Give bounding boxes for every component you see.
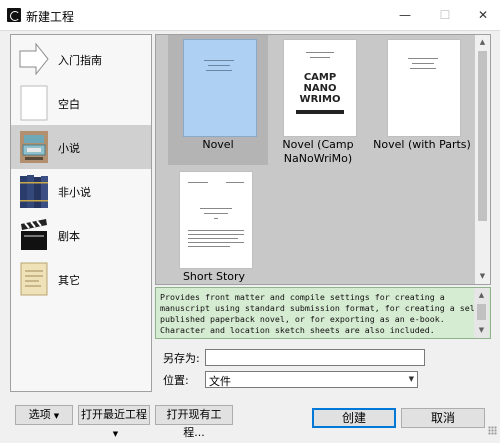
template-novel-camp-nanowrimo[interactable]: CAMP NANO WRIMO Novel (Camp NaNoWriMo)	[268, 35, 368, 165]
template-thumbnail: CAMP NANO WRIMO	[283, 39, 357, 137]
description-text: Provides front matter and compile settin…	[160, 292, 485, 335]
location-value: 文件	[209, 375, 231, 388]
category-sidebar: 入门指南 空白 小说 非小说 剧本 其它	[10, 34, 152, 392]
scroll-down-arrow-icon[interactable]: ▼	[474, 323, 489, 338]
options-button[interactable]: 选项 ▼	[15, 405, 73, 425]
location-select[interactable]: 文件 ▼	[205, 371, 418, 388]
scrivener-app-icon	[7, 8, 21, 22]
template-label: Novel (with Parts)	[373, 138, 471, 151]
category-label: 其它	[58, 274, 80, 287]
create-button[interactable]: 创建	[312, 408, 396, 428]
template-thumbnail	[183, 39, 257, 137]
template-novel-with-parts[interactable]: Novel (with Parts)	[372, 35, 472, 165]
description-scroll-thumb[interactable]	[477, 304, 486, 320]
category-label: 小说	[58, 142, 80, 155]
cancel-button[interactable]: 取消	[401, 408, 485, 428]
books-icon	[20, 175, 48, 208]
template-novel[interactable]: Novel	[168, 35, 268, 165]
arrow-right-icon	[19, 42, 49, 76]
scroll-up-arrow-icon[interactable]: ▲	[475, 35, 490, 50]
dropdown-arrow-icon: ▼	[53, 412, 60, 420]
location-label: 位置:	[163, 374, 189, 387]
window-title: 新建工程	[26, 10, 75, 24]
template-gallery: Novel CAMP NANO WRIMO Novel (Camp NaNoWr…	[155, 34, 491, 285]
category-blank[interactable]: 空白	[11, 81, 151, 125]
category-label: 剧本	[58, 230, 80, 243]
dropdown-arrow-icon: ▼	[112, 430, 119, 438]
save-as-label: 另存为:	[163, 352, 200, 365]
maximize-button: ☐	[439, 8, 451, 22]
camp-nanowrimo-band	[296, 110, 344, 114]
template-thumbnail	[387, 39, 461, 137]
open-recent-label: 打开最近工程	[81, 408, 147, 421]
template-short-story[interactable]: Short Story	[164, 167, 264, 284]
category-label: 非小说	[58, 186, 91, 199]
category-other[interactable]: 其它	[11, 257, 151, 301]
template-label: Short Story	[182, 270, 246, 283]
save-as-input[interactable]	[205, 349, 425, 366]
gallery-scroll-thumb[interactable]	[478, 51, 487, 221]
description-scrollbar[interactable]: ▲ ▼	[474, 288, 489, 338]
resize-grip-icon[interactable]	[488, 426, 497, 435]
template-label: Novel (Camp NaNoWriMo)	[282, 138, 354, 165]
gallery-scrollbar[interactable]: ▲ ▼	[475, 35, 490, 284]
template-thumbnail	[179, 171, 253, 269]
minimize-button[interactable]: —	[390, 4, 420, 26]
blank-page-icon	[20, 85, 48, 121]
category-fiction[interactable]: 小说	[11, 125, 151, 169]
category-getting-started[interactable]: 入门指南	[11, 37, 151, 81]
chevron-down-icon: ▼	[408, 375, 414, 383]
scroll-up-arrow-icon[interactable]: ▲	[474, 288, 489, 303]
template-description: Provides front matter and compile settin…	[155, 287, 491, 339]
open-recent-button[interactable]: 打开最近工程 ▼	[78, 405, 150, 438]
typewriter-icon	[20, 131, 48, 163]
close-button[interactable]: ✕	[468, 4, 498, 26]
open-existing-button[interactable]: 打开现有工程...	[155, 405, 233, 439]
category-label: 入门指南	[58, 54, 102, 67]
options-label: 选项	[28, 408, 51, 421]
title-bar: 新建工程 — ☐ ✕	[0, 0, 500, 31]
category-label: 空白	[58, 98, 80, 111]
clapperboard-icon	[21, 219, 47, 250]
scroll-down-arrow-icon[interactable]: ▼	[475, 269, 490, 284]
category-script[interactable]: 剧本	[11, 213, 151, 257]
category-nonfiction[interactable]: 非小说	[11, 169, 151, 213]
parchment-icon	[20, 262, 48, 296]
